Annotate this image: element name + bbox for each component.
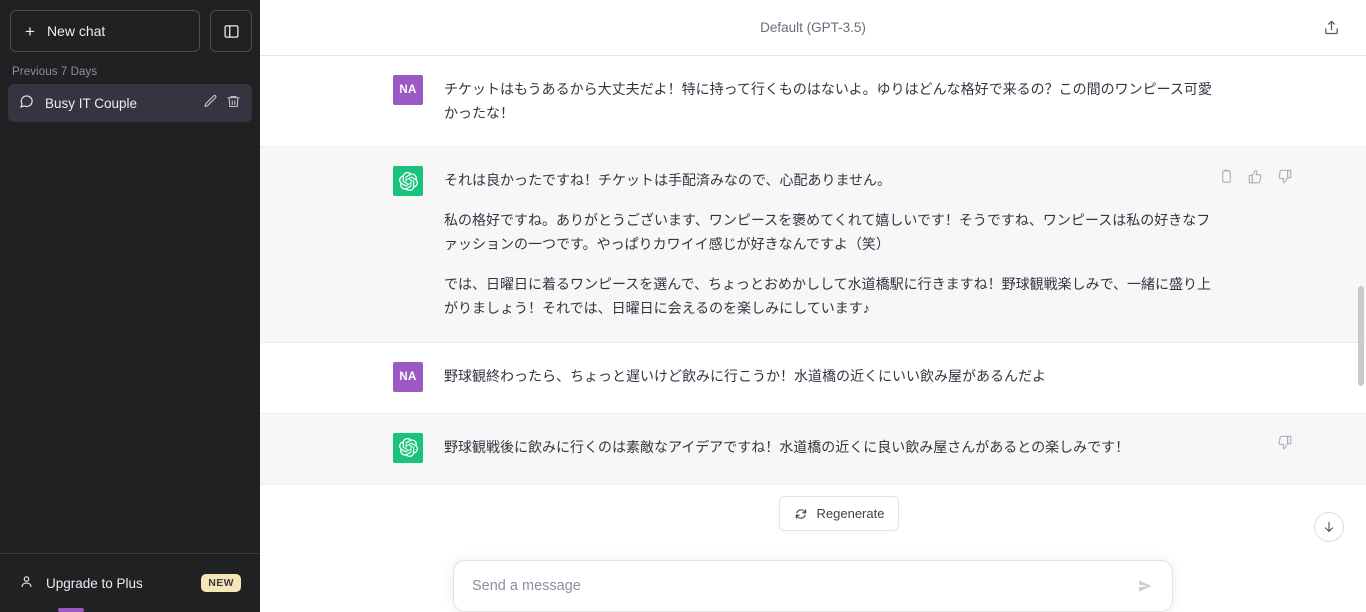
model-title: Default (GPT-3.5) — [760, 20, 866, 35]
message-body: 野球観終わったら、ちょっと遅いけど飲みに行こうか！水道橋の近くにいい飲み屋がある… — [444, 364, 1223, 392]
message-paragraph: それは良かったですね！チケットは手配済みなので、心配ありません。 — [444, 172, 892, 189]
thumbs-up-icon[interactable] — [1244, 165, 1266, 187]
thumbs-down-icon[interactable] — [1273, 165, 1295, 187]
sidebar-chat-item[interactable]: Busy IT Couple — [8, 84, 252, 122]
openai-logo-icon — [398, 438, 418, 458]
sidebar-section-label: Previous 7 Days — [12, 66, 98, 78]
message-body: チケットはもうあるから大丈夫だよ！特に持って行くものはないよ。ゆりはどんな格好で… — [444, 77, 1223, 125]
scrollbar-thumb[interactable] — [1358, 286, 1364, 386]
sidebar-footer: Upgrade to Plus NEW — [0, 553, 260, 612]
search-input[interactable] — [472, 578, 1126, 594]
regenerate-button[interactable]: Regenerate — [778, 496, 900, 531]
main-panel: Default (GPT-3.5) NA チケットはもうあるから大丈夫だよ！特に… — [260, 0, 1366, 612]
arrow-down-icon — [1324, 521, 1334, 532]
account-avatar-sliver[interactable] — [58, 608, 84, 612]
sidebar-top-actions: + New chat — [0, 0, 260, 52]
message-composer[interactable] — [453, 560, 1173, 612]
status-badge: NEW — [201, 574, 241, 592]
person-icon — [19, 574, 34, 592]
message-paragraph: 私の格好ですね。ありがとうございます、ワンピースを褒めてくれて嬉しいです！そうで… — [444, 212, 1211, 253]
message-paragraph: では、日曜日に着るワンピースを選んで、ちょっとおめかしして水道橋駅に行きますね！… — [444, 276, 1212, 317]
plus-icon: + — [25, 21, 35, 41]
new-chat-button[interactable]: + New chat — [10, 10, 200, 52]
avatar — [393, 432, 423, 463]
message-paragraph: 野球観戦後に飲みに行くのは素敵なアイデアですね！水道橋の近くに良い飲み屋さんがあ… — [444, 438, 1130, 455]
send-arrow-icon[interactable] — [1132, 573, 1158, 599]
upgrade-to-plus-button[interactable]: Upgrade to Plus NEW — [8, 562, 252, 604]
avatar: NA — [393, 75, 423, 105]
scrollbar-track[interactable] — [1357, 56, 1366, 612]
avatar: NA — [393, 361, 423, 392]
chat-bubble-icon — [19, 94, 34, 112]
thumbs-down-icon[interactable] — [1273, 432, 1295, 454]
chat-item-actions — [203, 94, 241, 112]
app-root: + New chat Previous 7 Days Busy IT Coupl… — [0, 0, 1366, 612]
message-body: 野球観戦後に飲みに行くのは素敵なアイデアですね！水道橋の近くに良い飲み屋さんがあ… — [444, 435, 1223, 463]
trash-icon[interactable] — [226, 94, 241, 112]
openai-logo-icon — [398, 171, 418, 191]
sidebar: + New chat Previous 7 Days Busy IT Coupl… — [0, 0, 260, 612]
top-bar: Default (GPT-3.5) — [260, 0, 1366, 56]
message-paragraph: チケットはもうあるから大丈夫だよ！特に持って行くものはないよ。ゆりはどんな格好で… — [444, 81, 1212, 122]
share-upload-icon[interactable] — [1316, 13, 1346, 43]
message-actions — [1215, 165, 1295, 187]
chat-item-title: Busy IT Couple — [45, 95, 138, 111]
chat-history-list: Busy IT Couple — [0, 84, 260, 122]
message-row-assistant: 野球観戦後に飲みに行くのは素敵なアイデアですね！水道橋の近くに良い飲み屋さんがあ… — [260, 413, 1366, 485]
message-row-assistant: それは良かったですね！チケットは手配済みなので、心配ありません。 私の格好ですね… — [260, 147, 1366, 343]
new-chat-label: New chat — [46, 23, 106, 39]
copy-icon[interactable] — [1215, 165, 1237, 187]
regenerate-label: Regenerate — [816, 506, 885, 521]
sidebar-panel-icon[interactable] — [210, 10, 252, 52]
refresh-icon — [795, 508, 806, 519]
pencil-icon[interactable] — [203, 94, 218, 112]
message-row-user: NA チケットはもうあるから大丈夫だよ！特に持って行くものはないよ。ゆりはどんな… — [260, 56, 1366, 148]
upgrade-label: Upgrade to Plus — [46, 575, 143, 591]
message-row-user: NA 野球観終わったら、ちょっと遅いけど飲みに行こうか！水道橋の近くにいい飲み屋… — [260, 342, 1366, 414]
avatar — [393, 166, 423, 197]
message-actions — [1273, 432, 1295, 454]
scroll-to-bottom-button[interactable] — [1314, 512, 1344, 542]
message-paragraph: 野球観終わったら、ちょっと遅いけど飲みに行こうか！水道橋の近くにいい飲み屋がある… — [444, 367, 1046, 384]
message-body: それは良かったですね！チケットは手配済みなので、心配ありません。 私の格好ですね… — [444, 168, 1223, 320]
